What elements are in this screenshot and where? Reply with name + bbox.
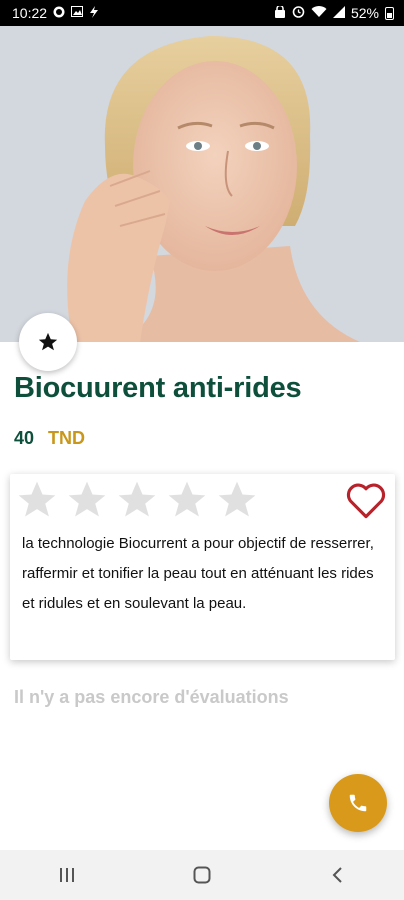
product-image <box>0 26 404 342</box>
star-2-icon[interactable] <box>65 478 109 522</box>
product-card: la technologie Biocurrent a pour objecti… <box>10 474 395 660</box>
heart-icon[interactable] <box>345 480 387 520</box>
alarm-lock-icon <box>274 4 286 21</box>
star-5-icon[interactable] <box>215 478 259 522</box>
star-4-icon[interactable] <box>165 478 209 522</box>
status-time: 10:22 <box>12 5 48 21</box>
recent-apps-icon <box>60 868 75 882</box>
battery-icon <box>385 6 394 20</box>
back-button[interactable] <box>307 855 367 895</box>
battery-percent: 52% <box>350 5 379 21</box>
image-icon <box>71 6 84 20</box>
status-bar: 10:22 52% <box>0 0 404 26</box>
price-amount: 40 <box>14 428 35 448</box>
recent-apps-button[interactable] <box>37 855 97 895</box>
call-button[interactable] <box>329 774 387 832</box>
rating-stars[interactable] <box>15 478 259 522</box>
star-icon <box>38 332 58 351</box>
wifi-icon <box>311 5 327 21</box>
home-button[interactable] <box>172 855 232 895</box>
system-nav-bar <box>0 850 404 900</box>
flash-icon <box>89 5 99 21</box>
home-icon <box>193 866 211 884</box>
signal-icon <box>332 5 345 21</box>
product-title: Biocuurent anti-rides <box>14 372 302 404</box>
rate-star-button[interactable] <box>19 313 77 371</box>
star-3-icon[interactable] <box>115 478 159 522</box>
star-1-icon[interactable] <box>15 478 59 522</box>
whatsapp-icon <box>53 6 65 21</box>
product-description: la technologie Biocurrent a pour objecti… <box>22 535 374 612</box>
phone-icon <box>349 794 367 812</box>
price-currency: TND <box>48 428 86 448</box>
price-row: 40 TND <box>14 428 85 449</box>
back-icon <box>332 867 342 883</box>
no-reviews-text: Il n'y a pas encore d'évaluations <box>14 687 289 707</box>
alarm-icon <box>292 5 305 21</box>
